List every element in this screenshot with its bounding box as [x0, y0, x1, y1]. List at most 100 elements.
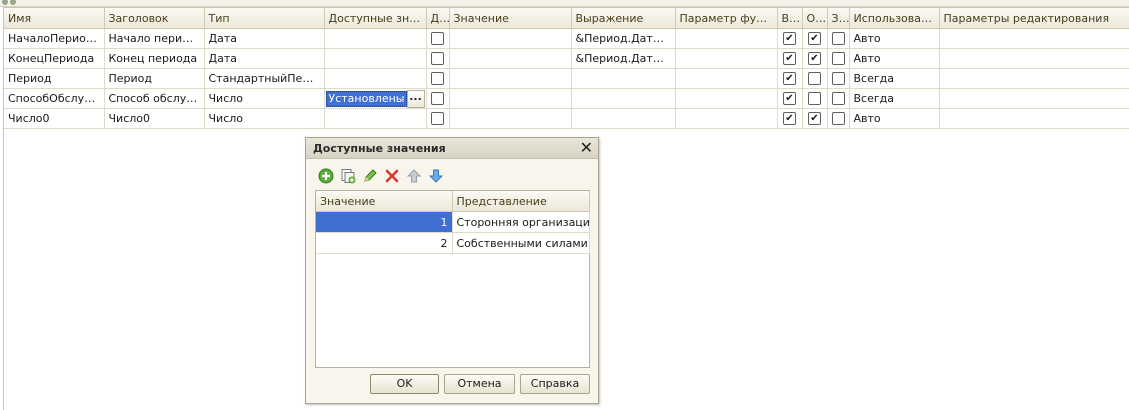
table-row[interactable]: КонецПериода Конец периода Дата &Период.Дат…	[4, 48, 1129, 69]
help-button[interactable]: Справка	[520, 374, 590, 394]
cancel-button[interactable]: Отмена	[444, 374, 515, 394]
edit-params-cell[interactable]	[939, 88, 1129, 109]
o-checkbox[interactable]: ✔	[808, 52, 821, 66]
name-cell[interactable]: СпособОбслуж...	[4, 88, 105, 109]
z-checkbox[interactable]	[831, 72, 845, 86]
column-header-type[interactable]: Тип	[204, 8, 325, 29]
expression-cell[interactable]: &Период.ДатаНа...	[571, 28, 676, 49]
column-header-edit-params[interactable]: Параметры редактирования	[939, 8, 1129, 29]
column-header-presentation[interactable]: Представление	[452, 191, 590, 212]
z-checkbox[interactable]	[831, 32, 845, 46]
d-checkbox[interactable]	[431, 72, 444, 86]
o-checkbox[interactable]: ✔	[808, 32, 821, 46]
title-cell[interactable]: Способ обслуж...	[104, 88, 205, 109]
z-checkbox[interactable]	[831, 52, 845, 66]
title-cell[interactable]: Период	[104, 68, 205, 89]
usage-cell[interactable]: Всегда	[849, 88, 940, 109]
expression-cell[interactable]	[571, 108, 676, 129]
function-param-cell[interactable]	[675, 68, 778, 89]
type-cell[interactable]: Дата	[204, 28, 325, 49]
table-row[interactable]: 2 Собственными силами	[316, 232, 590, 254]
column-header-expression[interactable]: Выражение	[571, 8, 676, 29]
v-checkbox[interactable]: ✔	[783, 112, 796, 126]
d-checkbox[interactable]	[431, 52, 444, 66]
available-values-editor[interactable]: Установлены	[325, 91, 408, 107]
column-header-title[interactable]: Заголовок	[104, 8, 205, 29]
value-cell[interactable]	[449, 108, 572, 129]
column-header-function-param[interactable]: Параметр функ...	[675, 8, 778, 29]
expression-cell[interactable]: &Период.ДатаОк...	[571, 48, 676, 69]
column-header-o[interactable]: О...	[802, 8, 828, 29]
usage-cell[interactable]: Авто	[849, 48, 940, 69]
v-checkbox[interactable]: ✔	[783, 32, 796, 46]
column-header-z[interactable]: З...	[827, 8, 850, 29]
select-values-button[interactable]: ...	[406, 90, 425, 108]
d-checkbox[interactable]	[431, 32, 444, 46]
edit-icon[interactable]	[362, 168, 378, 184]
delete-icon[interactable]	[384, 168, 400, 184]
value-cell[interactable]	[449, 28, 572, 49]
column-header-d[interactable]: Д...	[426, 8, 450, 29]
available-values-cell[interactable]	[324, 108, 427, 129]
close-icon[interactable]: ✕	[580, 138, 593, 158]
dialog-titlebar[interactable]: Доступные значения ✕	[306, 138, 598, 159]
d-checkbox[interactable]	[431, 92, 444, 106]
presentation-cell[interactable]: Сторонняя организация	[452, 211, 590, 233]
name-cell[interactable]: Число0	[4, 108, 105, 129]
available-values-cell[interactable]: Установлены...	[324, 88, 427, 109]
type-cell[interactable]: Дата	[204, 48, 325, 69]
v-checkbox[interactable]: ✔	[783, 72, 796, 86]
title-cell[interactable]: Число0	[104, 108, 205, 129]
type-cell[interactable]: Число	[204, 108, 325, 129]
value-cell[interactable]: 2	[316, 232, 453, 254]
function-param-cell[interactable]	[675, 28, 778, 49]
table-row[interactable]: Период Период СтандартныйПериод ✔ Всегда	[4, 68, 1129, 89]
column-header-available-values[interactable]: Доступные зна...	[324, 8, 427, 29]
add-icon[interactable]	[318, 168, 334, 184]
name-cell[interactable]: Период	[4, 68, 105, 89]
value-cell[interactable]	[449, 48, 572, 69]
function-param-cell[interactable]	[675, 88, 778, 109]
table-row[interactable]: НачалоПериода Начало периода Дата &Период.Д…	[4, 28, 1129, 49]
presentation-cell[interactable]: Собственными силами	[452, 232, 590, 254]
title-cell[interactable]: Начало периода	[104, 28, 205, 49]
type-cell[interactable]: СтандартныйПериод	[204, 68, 325, 89]
available-values-cell[interactable]	[324, 68, 427, 89]
move-down-icon[interactable]	[428, 168, 444, 184]
o-checkbox[interactable]	[808, 72, 821, 86]
o-checkbox[interactable]	[808, 92, 821, 106]
value-cell[interactable]	[449, 88, 572, 109]
available-values-cell[interactable]	[324, 28, 427, 49]
expression-cell[interactable]	[571, 88, 676, 109]
edit-params-cell[interactable]	[939, 28, 1129, 49]
z-checkbox[interactable]	[831, 92, 845, 106]
name-cell[interactable]: НачалоПериода	[4, 28, 105, 49]
ok-button[interactable]: OK	[370, 374, 439, 394]
available-values-cell[interactable]	[324, 48, 427, 69]
edit-params-cell[interactable]	[939, 48, 1129, 69]
function-param-cell[interactable]	[675, 48, 778, 69]
o-checkbox[interactable]: ✔	[808, 112, 821, 126]
table-row[interactable]: 1 Сторонняя организация	[316, 211, 590, 233]
v-checkbox[interactable]: ✔	[783, 52, 796, 66]
column-header-v[interactable]: В...	[777, 8, 803, 29]
value-cell[interactable]: 1	[316, 211, 453, 233]
column-header-usage[interactable]: Использование	[849, 8, 940, 29]
expression-cell[interactable]	[571, 68, 676, 89]
d-checkbox[interactable]	[431, 112, 444, 126]
v-checkbox[interactable]: ✔	[783, 92, 796, 106]
title-cell[interactable]: Конец периода	[104, 48, 205, 69]
table-row[interactable]: Число0 Число0 Число ✔ ✔ Авто	[4, 108, 1129, 129]
type-cell[interactable]: Число	[204, 88, 325, 109]
move-up-icon[interactable]	[406, 168, 422, 184]
column-header-value[interactable]: Значение	[449, 8, 572, 29]
usage-cell[interactable]: Всегда	[849, 68, 940, 89]
edit-params-cell[interactable]	[939, 108, 1129, 129]
column-header-value[interactable]: Значение	[316, 191, 453, 212]
value-cell[interactable]	[449, 68, 572, 89]
usage-cell[interactable]: Авто	[849, 108, 940, 129]
copy-icon[interactable]	[340, 168, 356, 184]
name-cell[interactable]: КонецПериода	[4, 48, 105, 69]
edit-params-cell[interactable]	[939, 68, 1129, 89]
usage-cell[interactable]: Авто	[849, 28, 940, 49]
